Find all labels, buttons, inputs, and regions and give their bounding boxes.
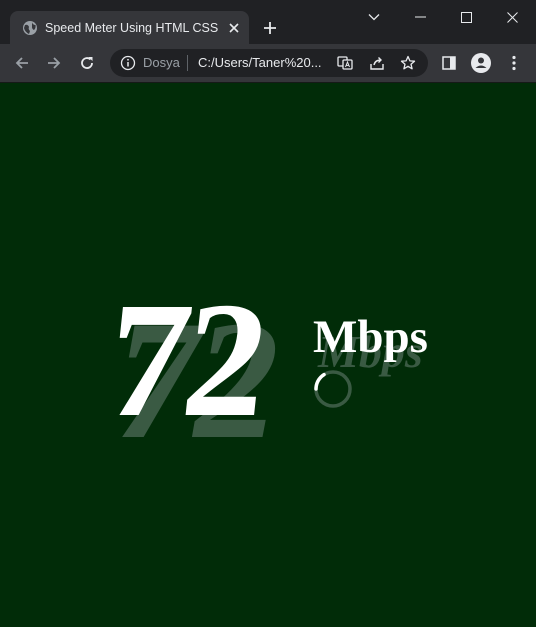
loading-spinner-icon bbox=[313, 369, 353, 409]
arrow-left-icon[interactable] bbox=[8, 49, 36, 77]
url-text[interactable]: C:/Users/Taner%20... bbox=[198, 55, 328, 71]
star-icon[interactable] bbox=[399, 54, 417, 72]
chevron-down-icon[interactable] bbox=[351, 4, 397, 30]
browser-window: Speed Meter Using HTML CSS Js Dosya C:/U… bbox=[0, 0, 536, 627]
speed-value: 72 bbox=[98, 268, 271, 451]
maximize-icon[interactable] bbox=[443, 4, 489, 30]
address-bar[interactable]: Dosya C:/Users/Taner%20... bbox=[110, 49, 428, 77]
browser-tab[interactable]: Speed Meter Using HTML CSS Js bbox=[10, 11, 249, 44]
share-icon[interactable] bbox=[368, 54, 386, 72]
kebab-menu-icon[interactable] bbox=[500, 49, 528, 77]
globe-icon bbox=[22, 20, 38, 36]
arrow-right-icon[interactable] bbox=[40, 49, 68, 77]
translate-icon[interactable] bbox=[336, 54, 354, 72]
info-icon[interactable] bbox=[120, 55, 136, 71]
scheme-label: Dosya bbox=[143, 55, 180, 70]
omnibox-separator bbox=[187, 55, 188, 71]
profile-icon[interactable] bbox=[467, 49, 495, 77]
browser-toolbar: Dosya C:/Users/Taner%20... bbox=[0, 44, 536, 82]
tab-title: Speed Meter Using HTML CSS Js bbox=[45, 21, 221, 35]
page-content: 72 72 Mbps Mbps bbox=[0, 83, 536, 627]
plus-icon[interactable] bbox=[260, 18, 280, 38]
reload-icon[interactable] bbox=[73, 49, 101, 77]
close-icon[interactable] bbox=[226, 20, 242, 36]
side-panel-icon[interactable] bbox=[435, 49, 463, 77]
close-window-icon[interactable] bbox=[489, 4, 535, 30]
tab-strip: Speed Meter Using HTML CSS Js bbox=[0, 0, 536, 44]
minimize-icon[interactable] bbox=[397, 4, 443, 30]
speed-unit: Mbps bbox=[313, 311, 428, 363]
